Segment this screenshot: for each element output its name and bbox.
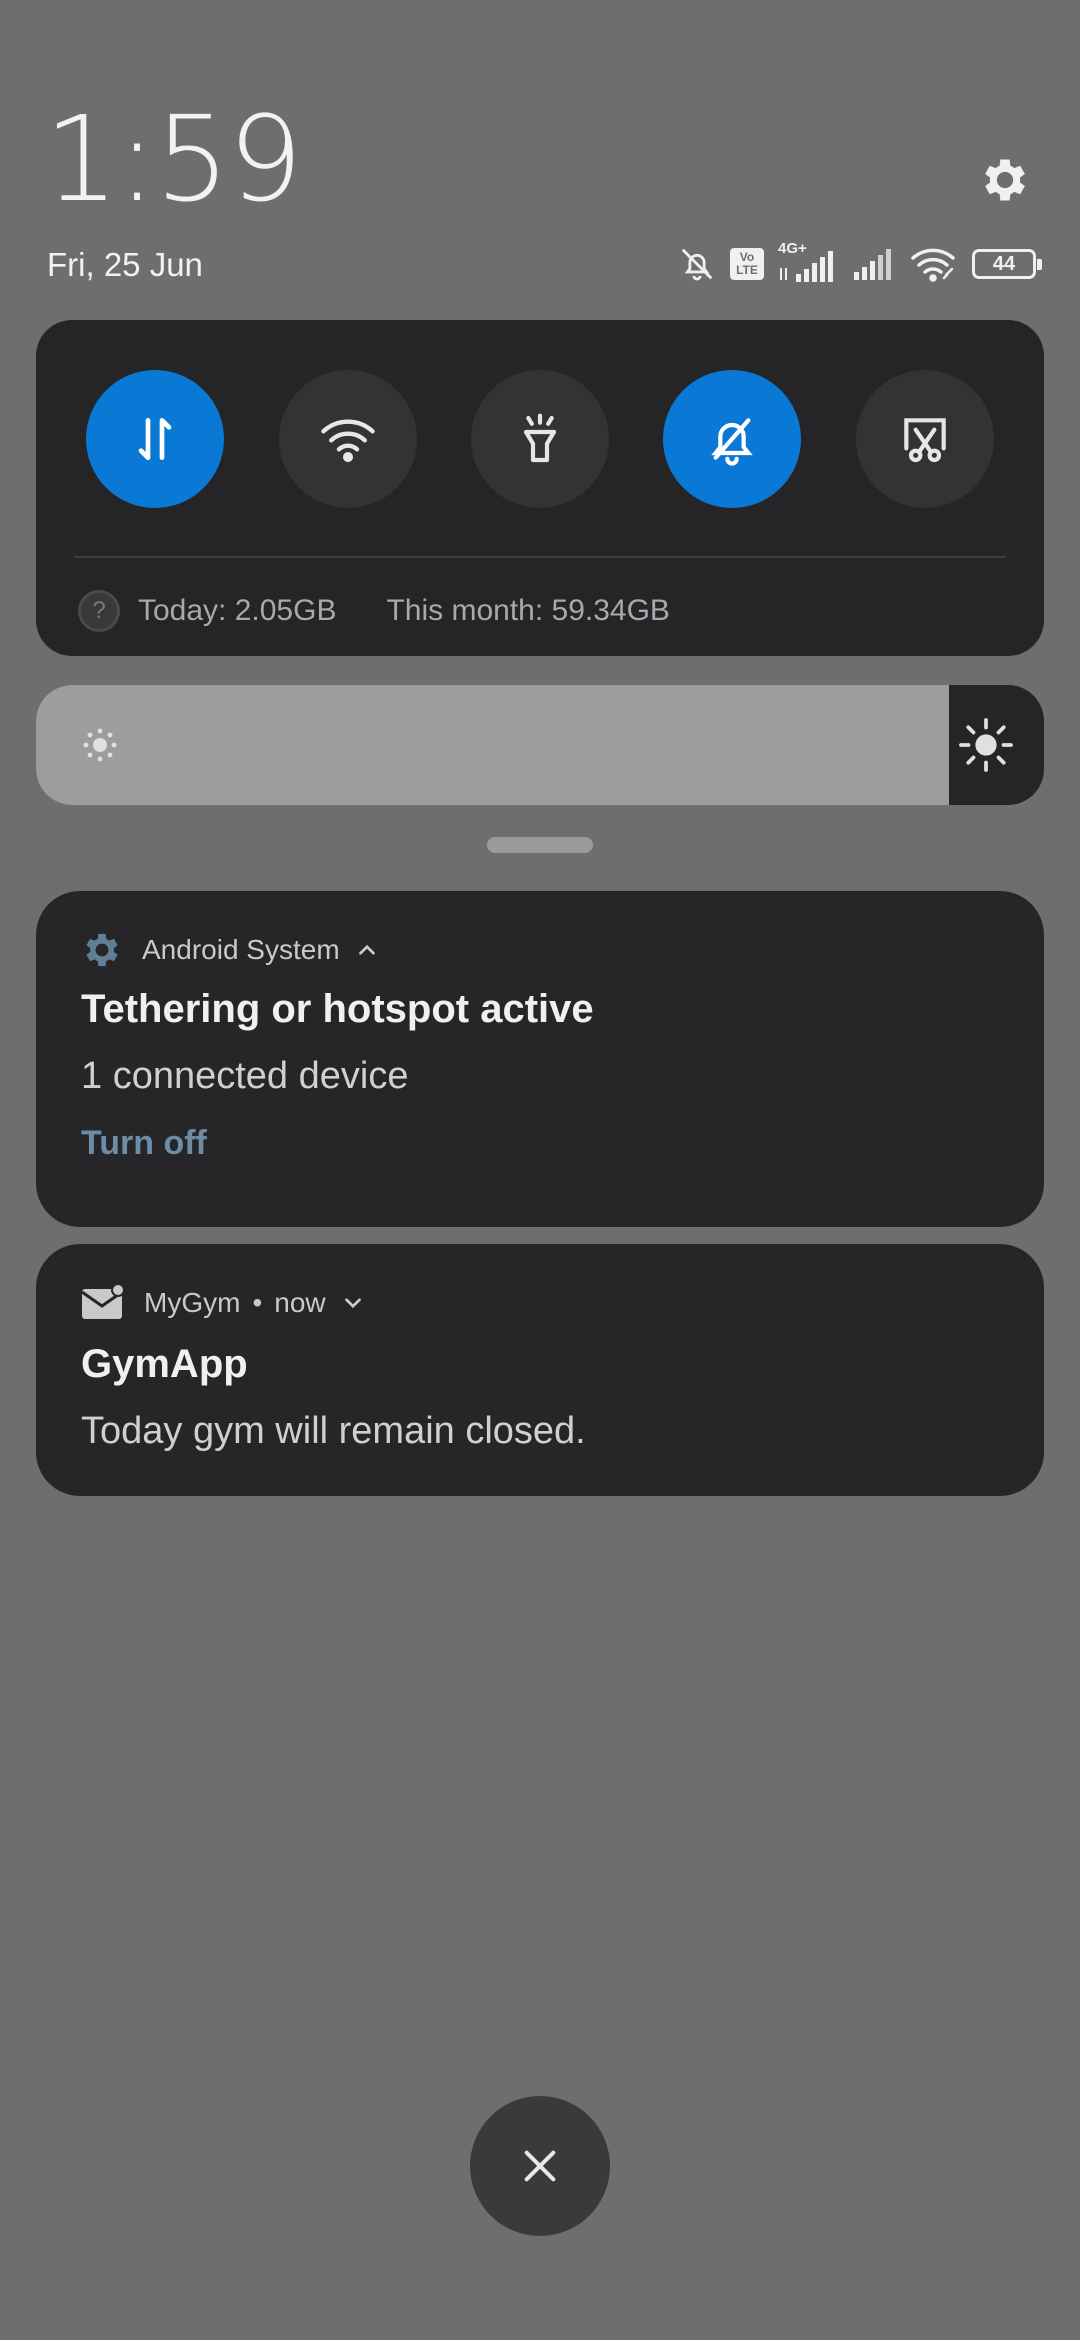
battery-icon: 44: [972, 249, 1042, 279]
gear-icon: [985, 159, 1025, 201]
notification-card-mygym[interactable]: MyGym • now GymApp Today gym will remain…: [36, 1244, 1044, 1496]
turn-off-button[interactable]: Turn off: [81, 1124, 207, 1163]
notification-app-name: MyGym: [144, 1287, 241, 1318]
volte-icon: Vo LTE: [730, 248, 764, 280]
notification-header: Android System: [80, 925, 380, 975]
volte-bottom-text: LTE: [736, 263, 758, 277]
alarm-off-icon: [678, 245, 716, 283]
notification-title: GymApp: [81, 1342, 248, 1386]
help-icon: ?: [78, 590, 120, 632]
data-arrows-icon: [138, 418, 172, 460]
bell-off-icon: [711, 418, 753, 466]
wifi-icon: [321, 419, 375, 463]
settings-button[interactable]: [970, 145, 1040, 215]
flashlight-icon: [523, 413, 557, 463]
clock-date[interactable]: Fri, 25 Jun: [47, 246, 203, 284]
signal-icon: [852, 246, 896, 282]
quick-settings-divider: [74, 556, 1006, 558]
separator-dot: •: [252, 1287, 263, 1318]
tile-screenshot[interactable]: [856, 370, 994, 508]
tile-flashlight[interactable]: [471, 370, 609, 508]
notification-text: Today gym will remain closed.: [81, 1410, 586, 1452]
quick-settings-panel: ? Today: 2.05GB This month: 59.34GB: [36, 320, 1044, 656]
wifi-hotspot-icon: [910, 245, 958, 283]
brightness-low-icon: [76, 721, 124, 774]
screenshot-scissors-icon: [904, 418, 946, 463]
tile-wifi[interactable]: [279, 370, 417, 508]
chevron-up-icon[interactable]: [354, 937, 380, 963]
brightness-slider[interactable]: [36, 685, 1044, 805]
mail-icon: [80, 1283, 126, 1323]
close-icon: [524, 2150, 556, 2182]
notification-header: MyGym • now: [80, 1278, 366, 1328]
chevron-down-icon[interactable]: [340, 1290, 366, 1316]
brightness-high-icon: [956, 715, 1016, 780]
signal-4g-icon: 4G+: [778, 240, 838, 284]
notification-card-tethering[interactable]: Android System Tethering or hotspot acti…: [36, 891, 1044, 1227]
quick-settings-tiles: [36, 370, 1044, 510]
status-bar-icons: Vo LTE 4G+ 44: [678, 240, 1042, 284]
notification-time: now: [274, 1287, 326, 1318]
clock-time[interactable]: 1:59: [44, 100, 303, 218]
notification-text: 1 connected device: [81, 1055, 409, 1097]
data-usage-today: Today: 2.05GB: [138, 594, 337, 627]
tile-mute[interactable]: [663, 370, 801, 508]
panel-drag-handle[interactable]: [487, 837, 593, 853]
brightness-fill: [36, 685, 950, 805]
notification-app-name: Android System: [142, 934, 340, 965]
notification-title: Tethering or hotspot active: [81, 987, 594, 1031]
data-usage-month: This month: 59.34GB: [386, 594, 670, 627]
gear-icon: [80, 928, 124, 972]
tile-mobile-data[interactable]: [86, 370, 224, 508]
clear-all-button[interactable]: [470, 2096, 610, 2236]
battery-level: 44: [972, 249, 1042, 279]
data-usage-row[interactable]: ? Today: 2.05GB This month: 59.34GB: [78, 586, 670, 636]
